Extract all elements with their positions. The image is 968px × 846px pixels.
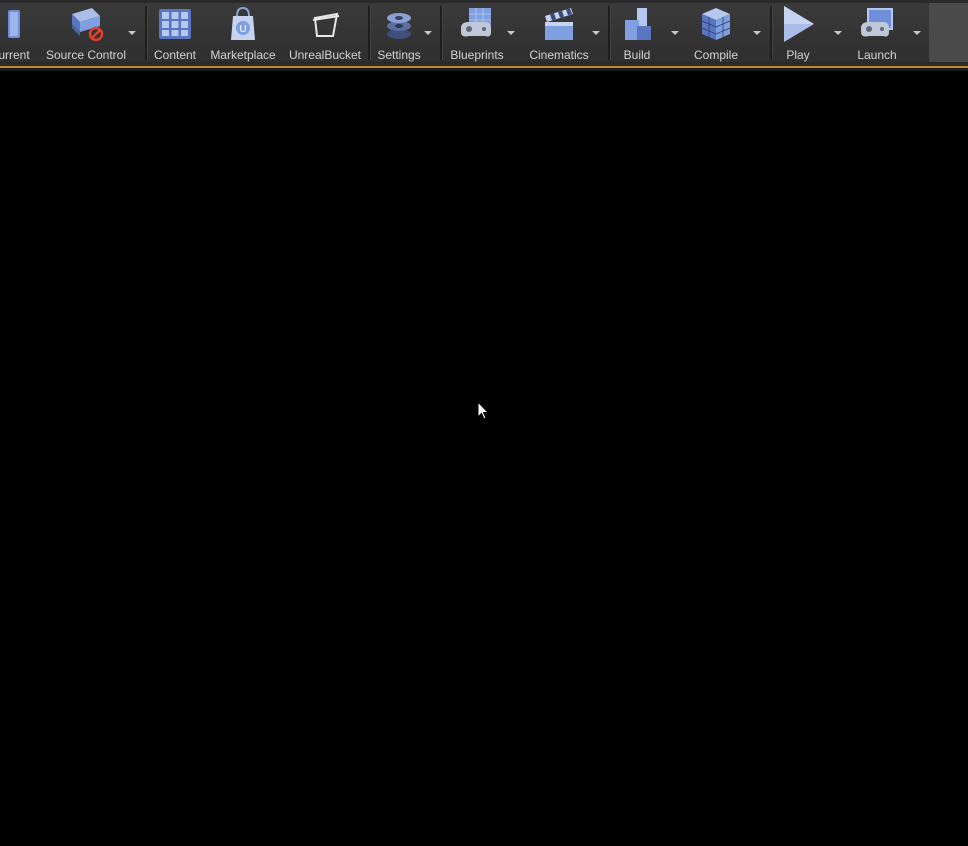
toolbar-separator <box>608 6 611 60</box>
cinematics-label: Cinematics <box>529 48 589 62</box>
unrealbucket-button[interactable]: UnrealBucket <box>287 3 363 62</box>
toolbar-separator <box>368 6 371 60</box>
compile-button[interactable]: Compile <box>690 3 742 62</box>
marketplace-icon: U <box>231 6 255 40</box>
build-button[interactable]: Build <box>616 3 658 62</box>
blueprints-button[interactable]: Blueprints <box>446 3 508 62</box>
level-viewport[interactable] <box>0 71 968 846</box>
play-dropdown-icon[interactable] <box>834 31 842 35</box>
launch-label: Launch <box>857 48 897 62</box>
toolbar-separator <box>440 6 443 60</box>
unrealbucket-label: UnrealBucket <box>288 48 362 62</box>
content-label: Content <box>153 48 197 62</box>
settings-label: Settings <box>377 48 421 62</box>
settings-dropdown-icon[interactable] <box>424 31 432 35</box>
compile-cubes-icon <box>701 8 731 40</box>
content-browser-icon <box>159 9 191 39</box>
build-dropdown-icon[interactable] <box>671 31 679 35</box>
mouse-cursor-icon <box>477 401 489 420</box>
compile-label: Compile <box>693 48 738 62</box>
toolbar-right-filler <box>929 3 968 62</box>
build-blocks-icon <box>625 8 651 40</box>
settings-gears-icon <box>387 13 411 39</box>
play-label: Play <box>786 48 810 62</box>
source-control-button[interactable]: Source Control <box>44 3 128 62</box>
launch-button[interactable]: Launch <box>852 3 902 62</box>
blueprints-gamepad-icon <box>461 8 491 37</box>
cinematics-clapper-icon <box>545 8 573 40</box>
play-icon <box>784 6 814 42</box>
cinematics-dropdown-icon[interactable] <box>592 31 600 35</box>
cinematics-button[interactable]: Cinematics <box>526 3 592 62</box>
unrealbucket-icon <box>312 12 340 37</box>
launch-dropdown-icon[interactable] <box>913 31 921 35</box>
main-toolbar: urrent Source Control Content U Marketpl… <box>0 0 968 67</box>
play-button[interactable]: Play <box>776 3 820 62</box>
save-current-label: urrent <box>0 48 30 62</box>
marketplace-button[interactable]: U Marketplace <box>208 3 278 62</box>
blueprints-dropdown-icon[interactable] <box>507 31 515 35</box>
marketplace-label: Marketplace <box>210 48 276 62</box>
svg-text:U: U <box>239 24 246 35</box>
save-current-icon <box>8 10 20 38</box>
source-control-dropdown-icon[interactable] <box>128 31 136 35</box>
blueprints-label: Blueprints <box>450 48 504 62</box>
settings-button[interactable]: Settings <box>374 3 424 62</box>
source-control-icon <box>72 8 104 42</box>
launch-icon <box>861 8 893 37</box>
save-current-button[interactable]: urrent <box>0 3 38 62</box>
content-button[interactable]: Content <box>152 3 198 62</box>
toolbar-separator <box>770 6 773 60</box>
compile-dropdown-icon[interactable] <box>753 31 761 35</box>
build-label: Build <box>623 48 651 62</box>
source-control-label: Source Control <box>45 48 127 62</box>
toolbar-separator <box>145 6 148 60</box>
